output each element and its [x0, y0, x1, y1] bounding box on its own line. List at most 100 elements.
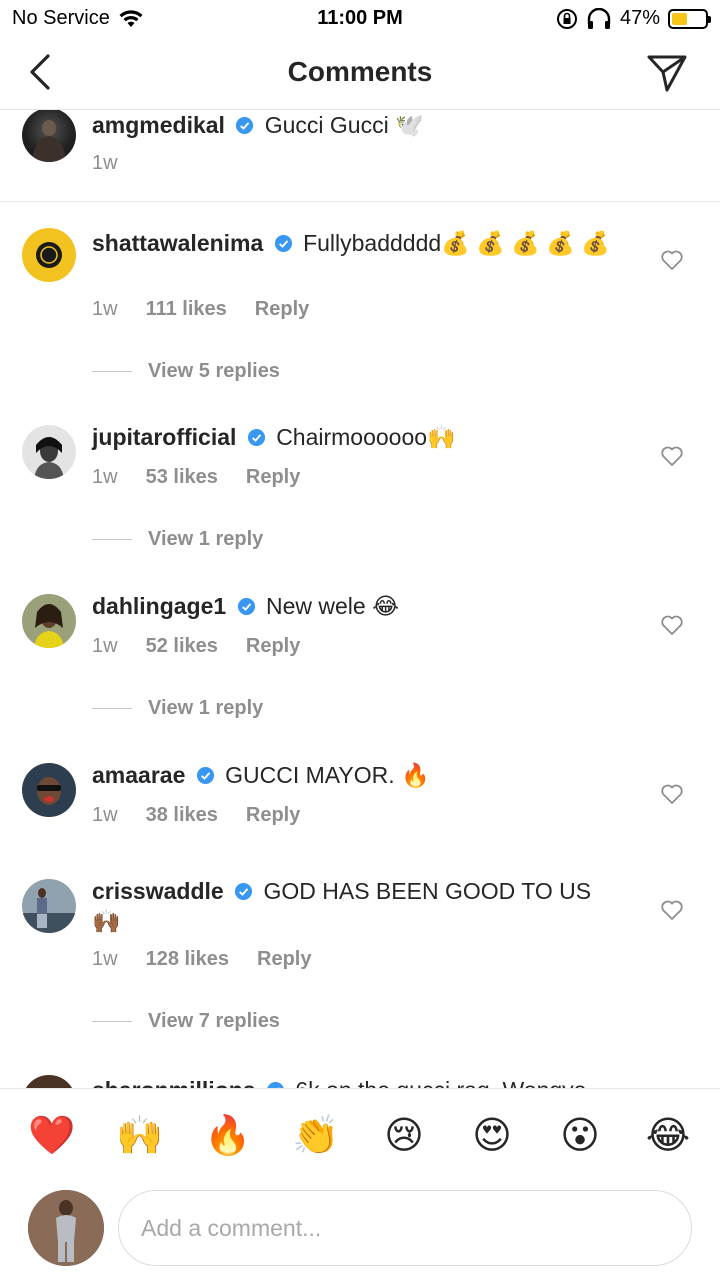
- comment-meta: 1w 38 likes Reply: [92, 804, 300, 827]
- emoji-quick-bar: ❤️ 🙌 🔥 👏 😢 😍 😮 😂: [0, 1088, 720, 1180]
- verified-badge-icon: [236, 116, 254, 135]
- avatar[interactable]: [22, 1075, 76, 1088]
- view-replies-button[interactable]: View 1 reply: [92, 528, 263, 551]
- verified-badge-icon: [247, 428, 265, 447]
- comment-meta: 1w 128 likes Reply: [92, 948, 311, 971]
- like-heart-icon[interactable]: [660, 613, 684, 637]
- view-replies-label: View 1 reply: [148, 528, 264, 550]
- comment-body: crisswaddle GOD HAS BEEN GOOD TO US 🙌🏾: [92, 876, 610, 936]
- comment-composer: [0, 1180, 720, 1280]
- verified-badge-icon: [196, 766, 214, 785]
- avatar-image: [37, 777, 61, 805]
- view-replies-button[interactable]: View 5 replies: [92, 360, 280, 383]
- avatar[interactable]: [22, 110, 76, 162]
- comment-body: sharonmillions 6k on the gucci rag. Wong…: [92, 1075, 680, 1088]
- username[interactable]: jupitarofficial: [92, 424, 236, 450]
- avatar-image: [36, 242, 62, 268]
- username[interactable]: amaarae: [92, 762, 185, 788]
- username[interactable]: amgmedikal: [92, 112, 225, 138]
- divider: [92, 371, 132, 372]
- like-heart-icon[interactable]: [660, 248, 684, 272]
- username[interactable]: crisswaddle: [92, 878, 224, 904]
- reply-button[interactable]: Reply: [246, 804, 300, 827]
- username[interactable]: shattawalenima: [92, 230, 263, 256]
- reply-button[interactable]: Reply: [246, 635, 300, 658]
- username[interactable]: sharonmillions: [92, 1077, 256, 1088]
- like-heart-icon[interactable]: [660, 782, 684, 806]
- divider: [92, 708, 132, 709]
- comment-meta: 1w 111 likes Reply: [92, 298, 309, 321]
- battery-percent: 47%: [619, 7, 660, 29]
- nav-bar: Comments: [0, 38, 720, 110]
- avatar[interactable]: [22, 879, 76, 933]
- verified-badge-icon: [274, 234, 292, 253]
- emoji-heart-button[interactable]: ❤️: [24, 1116, 80, 1154]
- likes-count[interactable]: 128 likes: [146, 948, 229, 971]
- avatar[interactable]: [22, 763, 76, 817]
- divider: [92, 539, 132, 540]
- page-title: Comments: [287, 56, 433, 87]
- avatar-image: [34, 604, 64, 648]
- emoji-fire-button[interactable]: 🔥: [200, 1116, 256, 1154]
- comment-age: 1w: [92, 298, 118, 320]
- comment-body: jupitarofficial Chairmoooooo🙌: [92, 422, 610, 452]
- likes-count[interactable]: 52 likes: [146, 635, 218, 658]
- emoji-surprised-button[interactable]: 😮: [552, 1116, 608, 1154]
- avatar-image: [34, 437, 64, 479]
- reply-button[interactable]: Reply: [246, 466, 300, 489]
- reply-button[interactable]: Reply: [255, 298, 309, 321]
- add-comment-input[interactable]: [118, 1190, 692, 1266]
- emoji-laughing-button[interactable]: 😂: [640, 1116, 696, 1154]
- comment-age: 1w: [92, 635, 118, 657]
- comment-body: amaarae GUCCI MAYOR. 🔥: [92, 760, 610, 790]
- comment-meta: 1w 52 likes Reply: [92, 635, 300, 658]
- emoji-clap-button[interactable]: 👏: [288, 1116, 344, 1154]
- comment-text: 6k on the gucci rag. Wongye: [295, 1077, 586, 1088]
- like-heart-icon[interactable]: [660, 898, 684, 922]
- battery-fill: [672, 12, 688, 25]
- post-caption: amgmedikal Gucci Gucci 🕊️ 1w: [0, 110, 720, 202]
- like-heart-icon[interactable]: [660, 444, 684, 468]
- view-replies-button[interactable]: View 7 replies: [92, 1010, 280, 1033]
- comment-meta: 1w 53 likes Reply: [92, 466, 300, 489]
- comment-text: New wele 😂: [265, 593, 399, 619]
- comment-age: 1w: [92, 804, 118, 826]
- avatar-image: [32, 120, 66, 162]
- emoji-raised-hands-button[interactable]: 🙌: [112, 1116, 168, 1154]
- emoji-heart-eyes-button[interactable]: 😍: [464, 1116, 520, 1154]
- status-right: 47%: [556, 7, 711, 30]
- view-replies-label: View 5 replies: [148, 360, 280, 382]
- likes-count[interactable]: 111 likes: [146, 298, 227, 321]
- verified-badge-icon: [237, 597, 255, 616]
- comment-text: GUCCI MAYOR. 🔥: [225, 762, 430, 788]
- avatar-image: [22, 888, 76, 933]
- verified-badge-icon: [235, 882, 253, 901]
- comment-age: 1w: [92, 466, 118, 488]
- avatar[interactable]: [22, 228, 76, 282]
- divider: [92, 1021, 132, 1022]
- battery-icon: [668, 8, 711, 29]
- comment-body: shattawalenima Fullybaddddd💰 💰 💰 💰 💰: [92, 228, 610, 258]
- avatar-image: [28, 1190, 104, 1266]
- caption-text: amgmedikal Gucci Gucci 🕊️: [92, 110, 610, 140]
- comments-list[interactable]: amgmedikal Gucci Gucci 🕊️ 1w shattawalen…: [0, 110, 720, 1088]
- emoji-crying-button[interactable]: 😢: [376, 1116, 432, 1154]
- comment-age: 1w: [92, 948, 118, 970]
- username[interactable]: dahlingage1: [92, 593, 226, 619]
- comment-body: dahlingage1 New wele 😂: [92, 591, 610, 621]
- status-bar: No Service 11:00 PM 47%: [0, 0, 720, 38]
- view-replies-label: View 7 replies: [148, 1010, 280, 1032]
- reply-button[interactable]: Reply: [257, 948, 311, 971]
- comment-age: 1w: [92, 152, 118, 174]
- view-replies-button[interactable]: View 1 reply: [92, 697, 263, 720]
- avatar[interactable]: [22, 425, 76, 479]
- direct-message-icon[interactable]: [646, 52, 688, 94]
- headphones-icon: [587, 7, 611, 29]
- likes-count[interactable]: 38 likes: [146, 804, 218, 827]
- comment-text: Fullybaddddd💰 💰 💰 💰 💰: [303, 230, 610, 256]
- likes-count[interactable]: 53 likes: [146, 466, 218, 489]
- verified-badge-icon: [267, 1081, 284, 1088]
- my-avatar: [28, 1190, 104, 1266]
- comment-text: Chairmoooooo🙌: [276, 424, 456, 450]
- avatar[interactable]: [22, 594, 76, 648]
